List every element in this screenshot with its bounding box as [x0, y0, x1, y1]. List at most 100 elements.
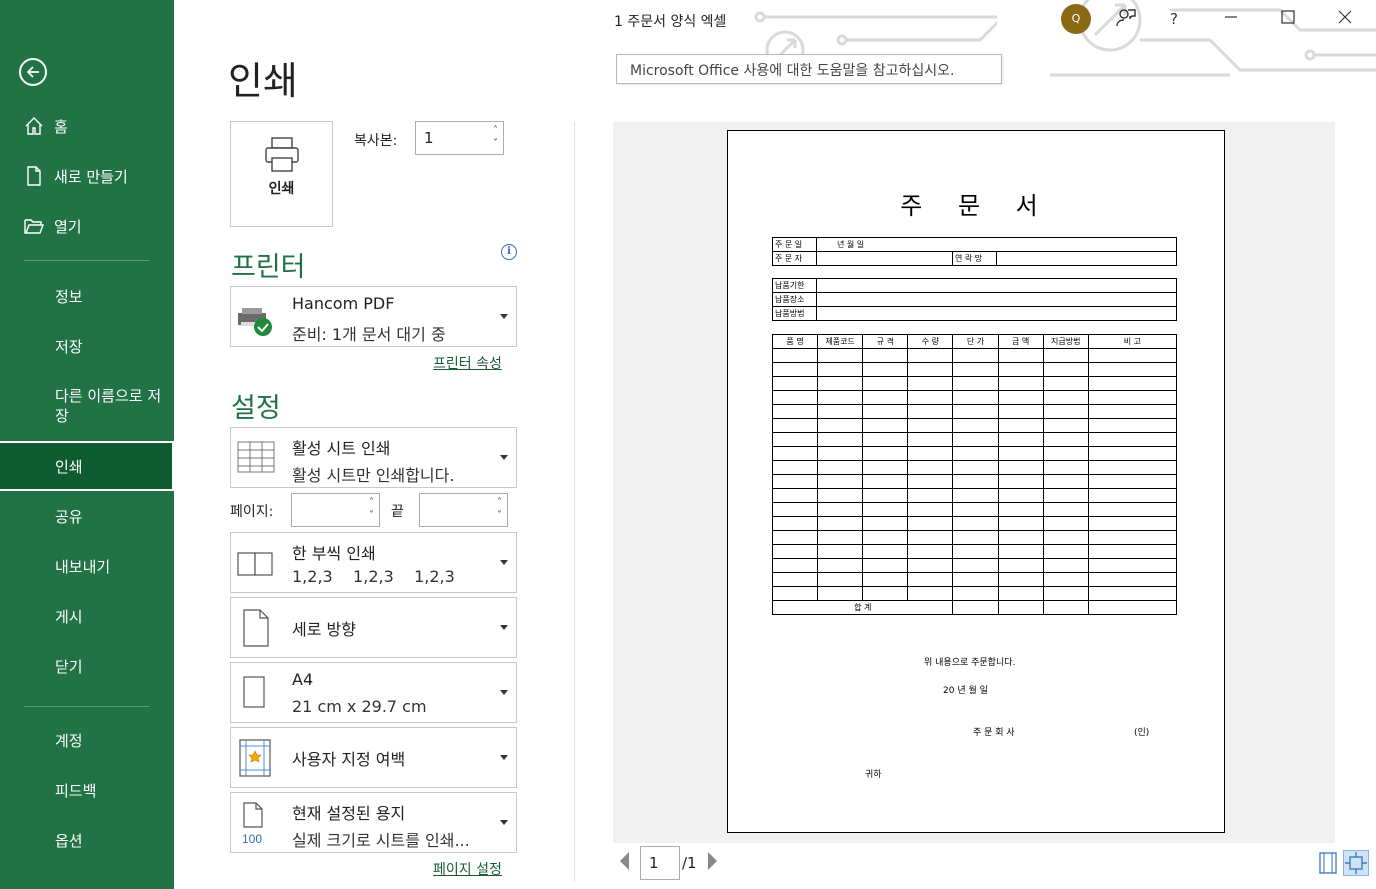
sidebar-item-share[interactable]: 공유 [0, 505, 174, 527]
chevron-down-icon [500, 455, 508, 460]
table-cell [1042, 418, 1089, 433]
table-row [771, 544, 1178, 559]
table-cell [1087, 544, 1178, 559]
sidebar-item-save[interactable]: 저장 [0, 335, 174, 357]
sidebar-item-close[interactable]: 닫기 [0, 655, 174, 677]
table-cell [997, 488, 1044, 503]
table-cell [952, 460, 999, 475]
table-cell [1042, 600, 1089, 615]
avatar[interactable]: Q [1061, 4, 1091, 34]
sidebar-item-info[interactable]: 정보 [0, 285, 174, 307]
delivery-table: 납품기한 납품장소 납품방법 [772, 278, 1177, 321]
print-button[interactable]: 인쇄 [230, 121, 333, 227]
table-cell [952, 390, 999, 405]
contact-value [996, 251, 1177, 266]
table-cell [952, 586, 999, 601]
margins-select[interactable]: 사용자 지정 여백 [230, 727, 517, 788]
svg-text:100: 100 [242, 832, 262, 845]
table-cell [771, 376, 819, 391]
sidebar-item-save-as[interactable]: 다른 이름으로 저장 [0, 385, 165, 427]
table-cell [771, 404, 819, 419]
table-cell [771, 530, 819, 545]
collate-select[interactable]: 한 부씩 인쇄 1,2,3 1,2,3 1,2,3 [230, 532, 517, 593]
table-cell [817, 586, 864, 601]
stepper-arrows-icon[interactable]: ˄ ˅ [497, 496, 502, 522]
sidebar-item-label: 계정 [55, 731, 83, 750]
table-cell [1087, 474, 1178, 489]
minimize-icon[interactable] [1218, 6, 1244, 32]
table-cell [907, 516, 954, 531]
show-margins-icon[interactable] [1315, 850, 1341, 876]
back-button[interactable] [19, 58, 47, 86]
table-cell [771, 586, 819, 601]
order-date-value: 년 월 일 [816, 237, 1177, 252]
table-cell [1087, 488, 1178, 503]
sidebar-divider [24, 706, 149, 707]
zoom-to-page-icon[interactable] [1343, 850, 1369, 876]
orientation-select[interactable]: 세로 방향 [230, 597, 517, 658]
coauthor-icon[interactable] [1113, 6, 1139, 32]
table-cell [907, 460, 954, 475]
column-header: 지급방법 [1042, 334, 1089, 349]
table-cell [997, 446, 1044, 461]
pages-to-stepper[interactable]: ˄ ˅ [419, 493, 508, 527]
sidebar-item-label: 다른 이름으로 저장 [55, 387, 162, 425]
table-cell [1087, 404, 1178, 419]
home-icon [23, 115, 45, 137]
table-cell [997, 572, 1044, 587]
table-cell [1042, 474, 1089, 489]
table-cell [1042, 516, 1089, 531]
sidebar-item-print[interactable]: 인쇄 [0, 441, 174, 491]
column-header: 단 가 [952, 334, 999, 349]
info-icon[interactable]: i [501, 244, 517, 260]
print-scope-title: 활성 시트 인쇄 [292, 439, 391, 458]
sidebar-item-options[interactable]: 옵션 [0, 829, 174, 851]
paper-size-select[interactable]: A4 21 cm x 29.7 cm [230, 662, 517, 723]
page-setup-link[interactable]: 페이지 설정 [433, 859, 502, 879]
order-date-label: 주 문 일 [772, 237, 817, 252]
previous-page-icon[interactable] [620, 852, 629, 870]
print-scope-select[interactable]: 활성 시트 인쇄 활성 시트만 인쇄합니다. [230, 427, 517, 488]
help-button[interactable]: ? [1161, 6, 1187, 32]
table-cell [907, 544, 954, 559]
panel-divider [574, 122, 575, 882]
sidebar-item-feedback[interactable]: 피드백 [0, 779, 174, 801]
table-cell [1042, 446, 1089, 461]
printer-select[interactable]: Hancom PDF 준비: 1개 문서 대기 중 [230, 286, 517, 347]
total-label: 합 계 [771, 600, 954, 615]
sidebar-item-open[interactable]: 열기 [0, 214, 174, 238]
maximize-icon[interactable] [1275, 6, 1301, 32]
printer-icon [265, 137, 299, 172]
collated-pages-icon [237, 552, 273, 576]
stepper-arrows-icon[interactable]: ˄ ˅ [493, 124, 498, 150]
sidebar-item-export[interactable]: 내보내기 [0, 555, 174, 577]
page-number-input[interactable]: 1 [640, 846, 680, 880]
table-cell [817, 446, 864, 461]
table-cell [997, 418, 1044, 433]
sidebar-item-new[interactable]: 새로 만들기 [0, 164, 174, 188]
table-cell [817, 558, 864, 573]
next-page-icon[interactable] [708, 852, 717, 870]
table-cell [862, 376, 909, 391]
table-cell [817, 488, 864, 503]
copies-stepper[interactable]: 1 ˄ ˅ [415, 121, 504, 155]
sidebar-item-account[interactable]: 계정 [0, 729, 174, 751]
table-cell [862, 390, 909, 405]
table-cell [1087, 516, 1178, 531]
stepper-arrows-icon[interactable]: ˄ ˅ [369, 496, 374, 522]
sidebar-item-publish[interactable]: 게시 [0, 605, 174, 627]
sidebar-item-home[interactable]: 홈 [0, 114, 174, 138]
table-cell [817, 516, 864, 531]
close-icon[interactable] [1332, 6, 1358, 32]
table-cell [771, 488, 819, 503]
table-cell [997, 404, 1044, 419]
account-name-box[interactable] [997, 11, 1055, 29]
printer-properties-link[interactable]: 프린터 속성 [433, 353, 502, 373]
sidebar-item-label: 열기 [54, 217, 82, 236]
pages-from-stepper[interactable]: ˄ ˅ [291, 493, 380, 527]
scaling-select[interactable]: 100 현재 설정된 용지 실제 크기로 시트를 인쇄... [230, 792, 517, 853]
table-cell [997, 362, 1044, 377]
table-row [771, 362, 1178, 377]
table-cell [907, 432, 954, 447]
table-cell [1087, 530, 1178, 545]
